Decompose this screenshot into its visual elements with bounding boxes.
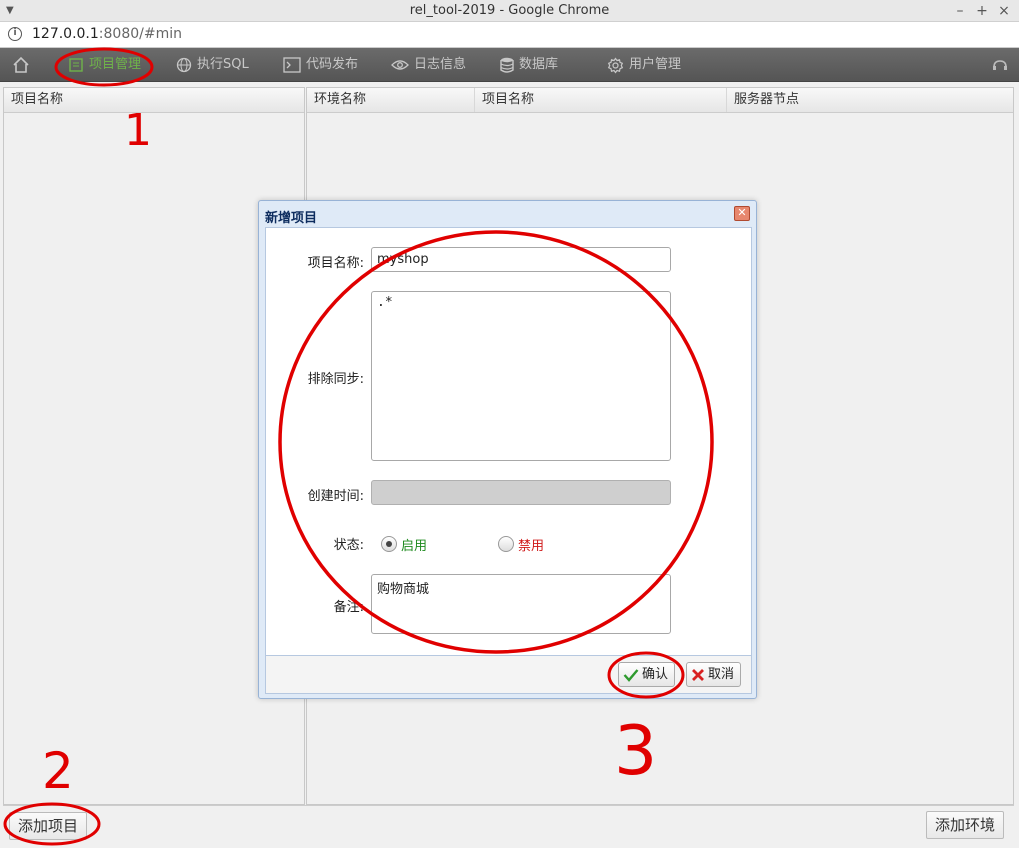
dialog-title: 新增项目: [265, 211, 318, 226]
nav-label: 日志信息: [414, 57, 467, 72]
cancel-label: 取消: [708, 667, 735, 682]
project-list-header: 项目名称: [4, 88, 304, 113]
add-project-button[interactable]: 添加项目: [9, 812, 88, 840]
home-icon: [13, 56, 29, 73]
bottom-toolbar: 添加项目 添加环境: [3, 805, 1014, 845]
created-time-label: 创建时间:: [307, 489, 364, 504]
created-time-field: [371, 480, 671, 505]
remark-textarea[interactable]: 购物商城: [371, 574, 671, 634]
nav-project-management[interactable]: 项目管理: [68, 48, 141, 82]
nav-log-info[interactable]: 日志信息: [391, 48, 466, 82]
url-text[interactable]: 127.0.0.1:8080/#min: [32, 26, 182, 42]
remark-label: 备注:: [333, 600, 364, 615]
window-title: rel_tool-2019 - Google Chrome: [409, 3, 610, 18]
cross-icon: [692, 668, 704, 681]
nav-label: 执行SQL: [197, 57, 249, 72]
new-project-dialog: 新增项目 ✕ 项目名称: 排除同步: .* 创建时间: 状态: 启用 禁用 备注…: [258, 200, 757, 699]
close-icon: ✕: [737, 206, 747, 219]
window-titlebar: ▼ rel_tool-2019 - Google Chrome – + ×: [0, 0, 1019, 22]
column-header-project-name[interactable]: 项目名称: [475, 88, 727, 112]
project-name-label: 项目名称:: [307, 256, 364, 271]
nav-user-management[interactable]: 用户管理: [607, 48, 681, 82]
project-icon: [69, 58, 83, 72]
check-icon: [623, 668, 639, 682]
gear-icon: [607, 57, 624, 73]
top-navbar: 项目管理 执行SQL 代码发布 日志信息 数据库 用户管理: [0, 48, 1019, 82]
nav-database[interactable]: 数据库: [500, 48, 558, 82]
dialog-form: 项目名称: 排除同步: .* 创建时间: 状态: 启用 禁用 备注: 购物商城: [265, 227, 752, 656]
column-header-server-node[interactable]: 服务器节点: [727, 88, 1013, 112]
add-environment-button[interactable]: 添加环境: [926, 811, 1005, 839]
close-window-button[interactable]: ×: [996, 0, 1012, 22]
dialog-close-button[interactable]: ✕: [734, 206, 750, 221]
project-name-input[interactable]: [371, 247, 671, 272]
window-menu-icon[interactable]: ▼: [6, 0, 14, 22]
info-icon[interactable]: i: [8, 27, 22, 41]
status-disabled-radio[interactable]: [498, 536, 514, 552]
address-bar[interactable]: i 127.0.0.1:8080/#min: [0, 22, 1019, 48]
url-host: 127.0.0.1: [32, 26, 99, 42]
column-header-project-name[interactable]: 项目名称: [4, 88, 305, 112]
status-enabled-radio[interactable]: [381, 536, 397, 552]
dialog-footer: 确认 取消: [265, 656, 752, 694]
nav-label: 代码发布: [306, 57, 359, 72]
exclude-sync-textarea[interactable]: .*: [371, 291, 671, 461]
nav-execute-sql[interactable]: 执行SQL: [176, 48, 249, 82]
nav-label: 项目管理: [89, 57, 142, 72]
column-header-env-name[interactable]: 环境名称: [307, 88, 475, 112]
eye-icon: [391, 60, 409, 70]
url-path: :8080/#min: [98, 26, 182, 42]
terminal-icon: [283, 57, 301, 73]
nav-logout[interactable]: [992, 48, 1008, 82]
confirm-label: 确认: [642, 667, 669, 682]
confirm-button[interactable]: 确认: [618, 662, 676, 687]
cancel-button[interactable]: 取消: [686, 662, 742, 687]
nav-label: 用户管理: [629, 57, 682, 72]
maximize-button[interactable]: +: [974, 0, 990, 22]
exclude-sync-label: 排除同步:: [307, 372, 364, 387]
nav-label: 数据库: [519, 57, 559, 72]
logout-icon: [993, 60, 1007, 70]
nav-code-release[interactable]: 代码发布: [283, 48, 358, 82]
status-label: 状态:: [333, 538, 364, 553]
environment-list-header: 环境名称 项目名称 服务器节点: [307, 88, 1013, 113]
status-enabled-label[interactable]: 启用: [401, 535, 427, 554]
minimize-button[interactable]: –: [952, 0, 968, 22]
status-disabled-label[interactable]: 禁用: [518, 535, 544, 554]
nav-home[interactable]: [12, 48, 30, 82]
database-icon: [500, 57, 514, 73]
globe-icon: [176, 57, 192, 73]
